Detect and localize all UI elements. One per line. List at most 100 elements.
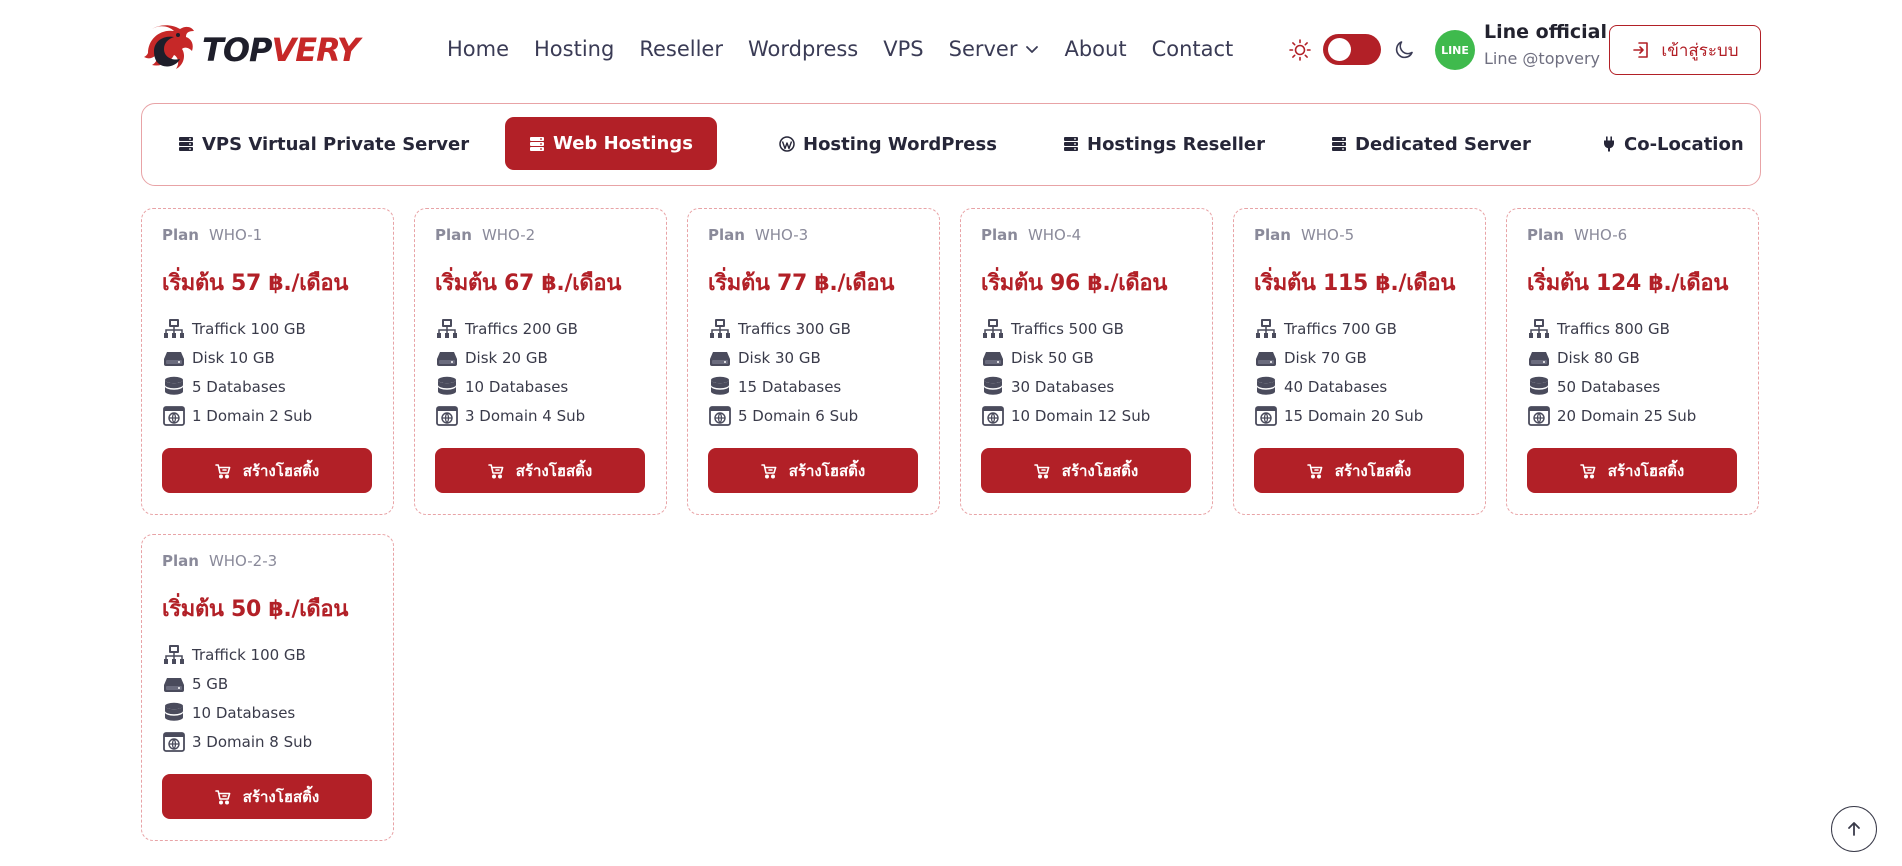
plan-features: Traffick 100 GB 5 GB 10 Databases 3 Domain …	[162, 640, 312, 756]
plan-label: Plan	[162, 226, 199, 244]
database-icon	[1527, 375, 1551, 399]
create-hosting-button[interactable]: สร้างโฮสติ้ง	[435, 448, 645, 493]
globe-window-icon	[1254, 404, 1278, 428]
wordpress-icon	[779, 136, 795, 152]
feature-databases: 40 Databases	[1254, 372, 1423, 401]
tab-web-hostings[interactable]: Web Hostings	[505, 117, 717, 170]
theme-toggle[interactable]	[1323, 34, 1381, 65]
cart-icon	[487, 463, 510, 479]
create-hosting-button[interactable]: สร้างโฮสติ้ง	[981, 448, 1191, 493]
nav-hosting[interactable]: Hosting	[534, 37, 614, 61]
server-icon	[1332, 137, 1346, 151]
feature-traffic-text: Traffics 300 GB	[738, 319, 851, 338]
feature-traffic: Traffick 100 GB	[162, 314, 312, 343]
feature-databases: 50 Databases	[1527, 372, 1696, 401]
nav-home[interactable]: Home	[447, 37, 509, 61]
feature-traffic: Traffics 800 GB	[1527, 314, 1696, 343]
plan-line: Plan WHO-2-3	[162, 552, 277, 570]
plan-features: Traffics 700 GB Disk 70 GB 40 Databases 15 …	[1254, 314, 1423, 430]
server-icon	[1064, 137, 1078, 151]
feature-databases: 30 Databases	[981, 372, 1150, 401]
plan-price: เริ่มต้น 50 ฿./เดือน	[162, 597, 349, 622]
feature-domains: 20 Domain 25 Sub	[1527, 401, 1696, 430]
plan-code: WHO-3	[754, 226, 809, 244]
hard-drive-icon	[981, 346, 1005, 370]
feature-databases: 15 Databases	[708, 372, 858, 401]
logo-text-top: TOP	[202, 31, 272, 69]
logo[interactable]: TOPVERY	[140, 22, 360, 78]
plan-label: Plan	[708, 226, 745, 244]
line-icon[interactable]: LINE	[1435, 30, 1475, 70]
tab-vps[interactable]: VPS Virtual Private Server	[178, 104, 469, 184]
plan-line: Plan WHO-2	[435, 226, 535, 244]
nav-reseller[interactable]: Reseller	[639, 37, 723, 61]
feature-traffic: Traffics 500 GB	[981, 314, 1150, 343]
sun-icon[interactable]	[1288, 38, 1312, 62]
line-handle[interactable]: Line @topvery	[1484, 49, 1600, 68]
globe-window-icon	[162, 730, 186, 754]
create-hosting-button[interactable]: สร้างโฮสติ้ง	[1527, 448, 1737, 493]
nav-contact[interactable]: Contact	[1152, 37, 1234, 61]
cart-icon	[760, 463, 783, 479]
create-hosting-button[interactable]: สร้างโฮสติ้ง	[162, 774, 372, 819]
nav-server-label: Server	[948, 37, 1018, 61]
chevron-down-icon	[1025, 42, 1039, 56]
tab-hostings-reseller-label: Hostings Reseller	[1087, 133, 1266, 155]
tab-dedicated-server-label: Dedicated Server	[1355, 133, 1531, 155]
create-hosting-button[interactable]: สร้างโฮสติ้ง	[708, 448, 918, 493]
nav-wordpress[interactable]: Wordpress	[748, 37, 858, 61]
feature-disk-text: Disk 10 GB	[192, 348, 275, 367]
network-icon	[162, 317, 186, 341]
login-label: เข้าสู่ระบบ	[1661, 40, 1739, 61]
plan-label: Plan	[1254, 226, 1291, 244]
hard-drive-icon	[435, 346, 459, 370]
feature-domains-text: 3 Domain 4 Sub	[465, 406, 586, 425]
feature-disk: Disk 10 GB	[162, 343, 312, 372]
feature-traffic-text: Traffics 200 GB	[465, 319, 578, 338]
globe-window-icon	[981, 404, 1005, 428]
feature-databases: 10 Databases	[435, 372, 585, 401]
tab-dedicated-server[interactable]: Dedicated Server	[1331, 104, 1531, 184]
plan-line: Plan WHO-1	[162, 226, 262, 244]
hard-drive-icon	[708, 346, 732, 370]
feature-domains-text: 10 Domain 12 Sub	[1011, 406, 1151, 425]
create-hosting-label: สร้างโฮสติ้ง	[1334, 461, 1412, 480]
feature-traffic-text: Traffics 700 GB	[1284, 319, 1397, 338]
feature-domains: 15 Domain 20 Sub	[1254, 401, 1423, 430]
tab-hosting-wordpress[interactable]: Hosting WordPress	[779, 104, 997, 184]
globe-window-icon	[708, 404, 732, 428]
nav-server[interactable]: Server	[949, 37, 1040, 61]
feature-disk: Disk 50 GB	[981, 343, 1150, 372]
plan-features: Traffics 200 GB Disk 20 GB 10 Databases 3 D…	[435, 314, 585, 430]
network-icon	[708, 317, 732, 341]
feature-disk-text: Disk 30 GB	[738, 348, 821, 367]
database-icon	[435, 375, 459, 399]
plan-label: Plan	[435, 226, 472, 244]
cart-icon	[214, 789, 237, 805]
server-icon	[530, 136, 544, 151]
login-button[interactable]: เข้าสู่ระบบ	[1609, 25, 1761, 75]
plan-code: WHO-2	[481, 226, 536, 244]
plan-label: Plan	[981, 226, 1018, 244]
plan-card: Plan WHO-2 เริ่มต้น 67 ฿./เดือน Traffics 20…	[414, 208, 667, 515]
line-official-title[interactable]: Line official	[1484, 21, 1607, 43]
tab-hostings-reseller[interactable]: Hostings Reseller	[1063, 104, 1265, 184]
plan-price: เริ่มต้น 124 ฿./เดือน	[1527, 271, 1729, 296]
feature-disk: Disk 70 GB	[1254, 343, 1423, 372]
create-hosting-button[interactable]: สร้างโฮสติ้ง	[1254, 448, 1464, 493]
theme-toggle-knob	[1328, 38, 1351, 61]
tab-co-location[interactable]: Co-Location	[1602, 104, 1744, 184]
feature-traffic: Traffics 300 GB	[708, 314, 858, 343]
feature-databases: 10 Databases	[162, 698, 312, 727]
feature-traffic-text: Traffics 500 GB	[1011, 319, 1124, 338]
plan-card: Plan WHO-3 เริ่มต้น 77 ฿./เดือน Traffics 30…	[687, 208, 940, 515]
create-hosting-button[interactable]: สร้างโฮสติ้ง	[162, 448, 372, 493]
scroll-to-top-button[interactable]	[1831, 806, 1877, 852]
feature-databases-text: 15 Databases	[738, 377, 842, 396]
nav-about[interactable]: About	[1064, 37, 1126, 61]
feature-domains-text: 20 Domain 25 Sub	[1557, 406, 1697, 425]
logo-text-very: VERY	[271, 31, 359, 69]
nav-vps[interactable]: VPS	[883, 37, 923, 61]
database-icon	[162, 375, 186, 399]
moon-icon[interactable]	[1394, 38, 1416, 60]
